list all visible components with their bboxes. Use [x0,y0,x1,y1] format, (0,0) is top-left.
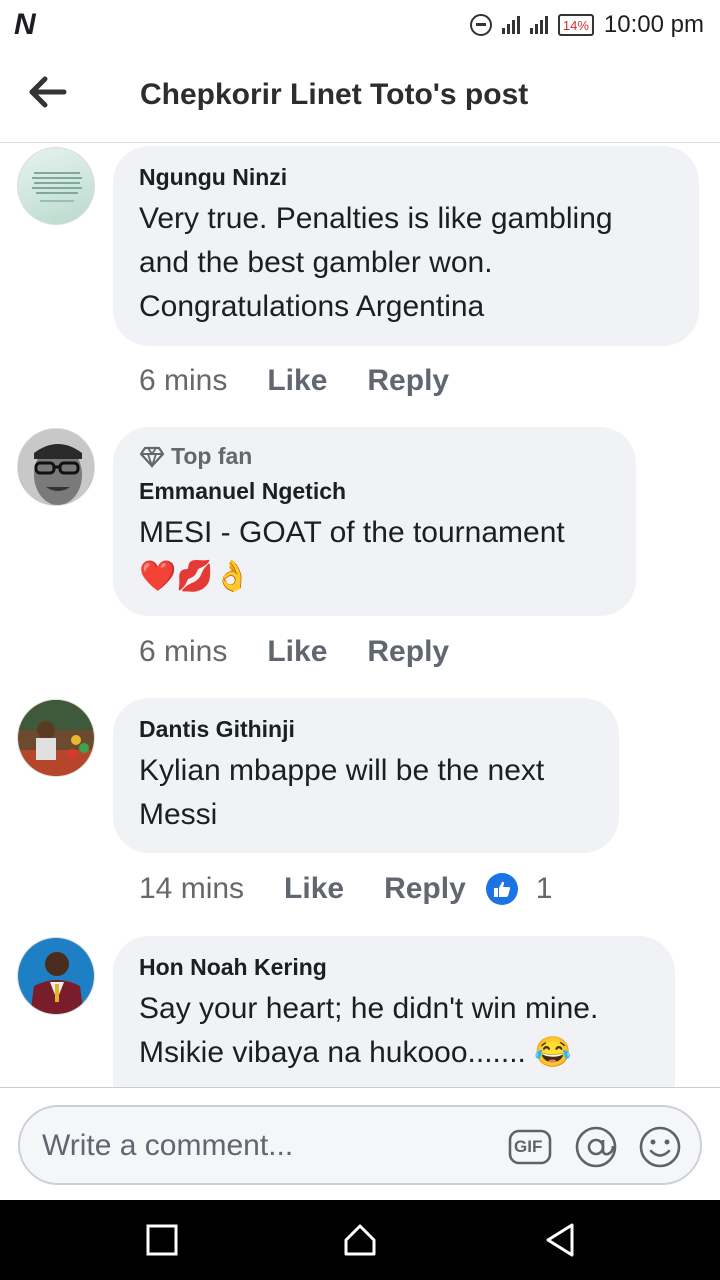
avatar[interactable] [17,937,95,1015]
comment-text: Kylian mbappe will be the next Messi [139,749,593,837]
comment-line: Say your heart; he didn't win mine. [139,992,599,1025]
gif-label: GIF [514,1137,543,1156]
comment-actions: 14 mins Like Reply 1 [139,872,552,906]
reaction-summary[interactable]: 1 [485,872,553,906]
reaction-count: 1 [535,872,553,905]
comment-line: Kylian mbappe will be the next [139,754,545,787]
comment-emojis: 😂 [534,1036,572,1069]
mention-icon[interactable] [574,1125,618,1169]
battery-indicator: 14% [557,14,594,36]
page-title: Chepkorir Linet Toto's post [140,78,529,111]
avatar[interactable] [17,699,95,777]
avatar[interactable] [17,147,95,225]
comment-line-text: Msikie vibaya na hukooo....... [139,1036,526,1069]
like-button[interactable]: Like [267,364,327,398]
comment-composer-bar: GIF [0,1087,720,1201]
clock: 10:00 pm [603,11,704,38]
top-fan-label: Top fan [171,443,253,469]
system-nav-bar [0,1200,720,1280]
comment-time[interactable]: 6 mins [139,635,227,669]
top-fan-badge: Top fan [139,443,610,470]
reply-button[interactable]: Reply [384,872,466,906]
comment-composer[interactable]: GIF [18,1105,702,1185]
status-bar: N 14% 10:00 pm [0,0,720,50]
like-button[interactable]: Like [267,635,327,669]
comment-time[interactable]: 14 mins [139,872,244,906]
comment-actions: 6 mins Like Reply [139,364,449,398]
comment-author[interactable]: Hon Noah Kering [139,954,649,981]
diamond-icon [139,446,165,468]
comment-line: Messi [139,798,218,831]
comment-text: Very true. Penalties is like gambling an… [139,197,673,329]
comment-bubble[interactable]: Dantis Githinji Kylian mbappe will be th… [113,698,619,853]
signal-icon [501,16,520,34]
emoji-icon[interactable] [638,1125,682,1169]
comment-time[interactable]: 6 mins [139,364,227,398]
reply-button[interactable]: Reply [367,364,449,398]
comment-list: Ngungu Ninzi Very true. Penalties is lik… [0,143,720,1087]
status-icons: 14% 10:00 pm [469,8,704,42]
battery-level: 14% [562,17,589,33]
home-icon[interactable] [340,1220,380,1260]
comment-text: MESI - GOAT of the tournament ❤️💋👌 [139,511,610,599]
signal-h-plus-icon [529,16,548,34]
comment-author[interactable]: Dantis Githinji [139,716,593,743]
comment-input[interactable] [40,1125,484,1167]
do-not-disturb-icon [469,14,492,36]
comment-emojis: ❤️💋👌 [139,560,252,593]
comment-line: Congratulations Argentina [139,290,485,323]
back-arrow-icon[interactable] [28,74,68,110]
gif-icon[interactable]: GIF [508,1125,552,1169]
comment-author[interactable]: Ngungu Ninzi [139,164,673,191]
reply-button[interactable]: Reply [367,635,449,669]
thumbs-up-icon [485,873,518,905]
comment-text: Say your heart; he didn't win mine. Msik… [139,987,649,1075]
like-button[interactable]: Like [284,872,344,906]
comment-line: and the best gambler won. [139,246,493,279]
triangle-back-icon[interactable] [540,1220,580,1260]
header: Chepkorir Linet Toto's post [0,50,720,143]
comment-bubble[interactable]: Hon Noah Kering Say your heart; he didn'… [113,936,675,1087]
app-logo: N [14,8,36,41]
comment-line: MESI - GOAT of the tournament [139,516,565,549]
comment-line: Very true. Penalties is like gambling [139,202,613,235]
avatar[interactable] [17,428,95,506]
comment-bubble[interactable]: Top fan Emmanuel Ngetich MESI - GOAT of … [113,427,636,616]
comment-line: Msikie vibaya na hukooo....... 😂 [139,1031,649,1075]
comment-bubble[interactable]: Ngungu Ninzi Very true. Penalties is lik… [113,146,699,346]
comment-author[interactable]: Emmanuel Ngetich [139,478,610,505]
square-icon[interactable] [144,1220,184,1260]
comment-actions: 6 mins Like Reply [139,635,449,669]
